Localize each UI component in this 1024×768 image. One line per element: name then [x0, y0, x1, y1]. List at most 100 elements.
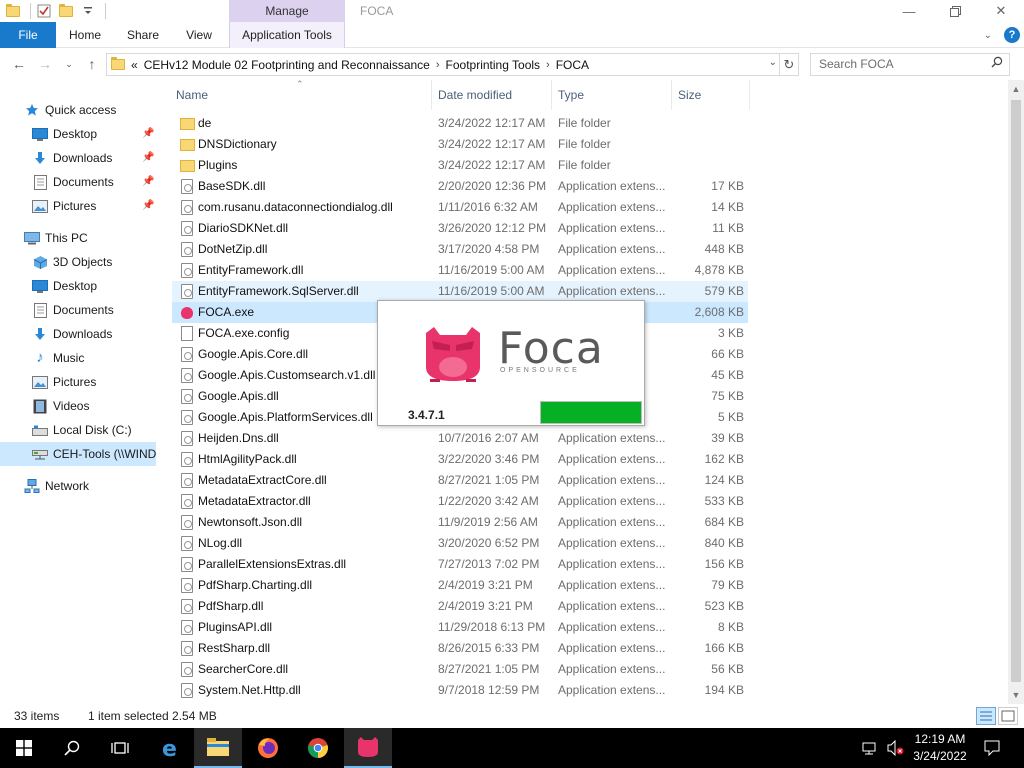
pin-icon[interactable]: 📌	[142, 146, 154, 170]
sidebar-item-music[interactable]: ♪ Music	[32, 346, 84, 370]
pin-icon[interactable]: 📌	[142, 170, 154, 194]
file-type: Application extens...	[558, 620, 666, 634]
minimize-icon[interactable]: —	[886, 0, 932, 22]
breadcrumb-foca[interactable]: FOCA	[556, 58, 589, 72]
action-center-icon[interactable]	[980, 728, 1004, 768]
sidebar-item-documents[interactable]: Documents	[32, 298, 114, 322]
up-arrow-icon[interactable]: ↑	[83, 55, 101, 73]
scroll-up-icon[interactable]: ▲	[1008, 84, 1024, 94]
file-explorer-icon[interactable]	[194, 728, 242, 768]
clock[interactable]: 12:19 AM 3/24/2022	[906, 731, 974, 765]
maximize-icon[interactable]	[932, 0, 978, 22]
file-row[interactable]: MetadataExtractCore.dll 8/27/2021 1:05 PM…	[172, 470, 748, 491]
star-icon	[24, 102, 40, 118]
sidebar-item-network[interactable]: Network	[24, 474, 89, 498]
chrome-icon[interactable]	[294, 728, 342, 768]
file-row[interactable]: PdfSharp.Charting.dll 2/4/2019 3:21 PM App…	[172, 575, 748, 596]
task-view-icon[interactable]	[96, 728, 144, 768]
sidebar-item-videos[interactable]: Videos	[32, 394, 89, 418]
column-header-type[interactable]: Type	[552, 80, 672, 110]
search-icon[interactable]	[48, 728, 96, 768]
sidebar-item-ceh-tools[interactable]: CEH-Tools (\\WIND	[0, 442, 156, 466]
refresh-icon[interactable]: ↻	[780, 53, 799, 76]
tab-file[interactable]: File	[0, 22, 56, 48]
sidebar-item-local-disk[interactable]: Local Disk (C:)	[32, 418, 132, 442]
file-size: 66 KB	[711, 347, 744, 361]
tab-home[interactable]: Home	[60, 22, 110, 48]
file-row[interactable]: com.rusanu.dataconnectiondialog.dll 1/11/…	[172, 197, 748, 218]
pin-icon[interactable]: 📌	[142, 122, 154, 146]
chevron-right-icon[interactable]: ›	[546, 59, 550, 71]
volume-muted-icon[interactable]	[884, 728, 906, 768]
breadcrumb-module[interactable]: CEHv12 Module 02 Footprinting and Reconn…	[144, 58, 430, 72]
search-input[interactable]: Search FOCA	[810, 53, 1010, 76]
customize-toolbar-icon[interactable]	[79, 2, 97, 20]
address-bar[interactable]: « CEHv12 Module 02 Footprinting and Reco…	[106, 53, 780, 76]
scroll-down-icon[interactable]: ▼	[1008, 690, 1024, 700]
foca-icon[interactable]	[344, 728, 392, 768]
sidebar-item-3d-objects[interactable]: 3D Objects	[32, 250, 112, 274]
file-date-modified: 11/29/2018 6:13 PM	[438, 620, 546, 634]
close-icon[interactable]: ✕	[978, 0, 1024, 22]
file-row[interactable]: NLog.dll 3/20/2020 6:52 PM Application ext…	[172, 533, 748, 554]
file-row[interactable]: BaseSDK.dll 2/20/2020 12:36 PM Application…	[172, 176, 748, 197]
file-row[interactable]: EntityFramework.SqlServer.dll 11/16/2019 …	[172, 281, 748, 302]
file-row[interactable]: HtmlAgilityPack.dll 3/22/2020 3:46 PM Appl…	[172, 449, 748, 470]
file-row[interactable]: EntityFramework.dll 11/16/2019 5:00 AM App…	[172, 260, 748, 281]
sidebar-item-documents[interactable]: Documents 📌	[32, 170, 160, 194]
breadcrumb-overflow[interactable]: «	[131, 58, 138, 72]
sidebar-item-this-pc[interactable]: This PC	[24, 226, 88, 250]
network-status-icon[interactable]	[860, 728, 880, 768]
file-type: Application extens...	[558, 263, 666, 277]
large-icons-view-icon[interactable]	[998, 707, 1018, 725]
column-header-size[interactable]: Size	[672, 80, 750, 110]
file-row[interactable]: Heijden.Dns.dll 10/7/2016 2:07 AM Applicat…	[172, 428, 748, 449]
breadcrumb-footprinting-tools[interactable]: Footprinting Tools	[446, 58, 541, 72]
folder-icon[interactable]	[4, 2, 22, 20]
file-row[interactable]: Plugins 3/24/2022 12:17 AM File folder	[172, 155, 748, 176]
file-row[interactable]: PluginsAPI.dll 11/29/2018 6:13 PM Applicat…	[172, 617, 748, 638]
file-row[interactable]: PdfSharp.dll 2/4/2019 3:21 PM Application …	[172, 596, 748, 617]
sidebar-item-desktop[interactable]: Desktop 📌	[32, 122, 160, 146]
file-row[interactable]: de 3/24/2022 12:17 AM File folder	[172, 113, 748, 134]
file-row[interactable]: DNSDictionary 3/24/2022 12:17 AM File fold…	[172, 134, 748, 155]
file-row[interactable]: MetadataExtractor.dll 1/22/2020 3:42 AM Ap…	[172, 491, 748, 512]
vertical-scrollbar[interactable]: ▲ ▼	[1008, 80, 1024, 704]
sidebar-item-quick-access[interactable]: Quick access	[24, 98, 116, 122]
sidebar-item-pictures[interactable]: Pictures	[32, 370, 96, 394]
sidebar-item-downloads[interactable]: Downloads	[32, 322, 112, 346]
file-size: 39 KB	[711, 431, 744, 445]
new-folder-icon[interactable]	[57, 2, 75, 20]
recent-locations-icon[interactable]: ⌄	[60, 55, 78, 73]
tab-application-tools[interactable]: Application Tools	[229, 22, 345, 48]
sidebar-item-pictures[interactable]: Pictures 📌	[32, 194, 160, 218]
pin-icon[interactable]: 📌	[142, 194, 154, 218]
file-row[interactable]: SearcherCore.dll 8/27/2021 1:05 PM Applica…	[172, 659, 748, 680]
back-arrow-icon[interactable]: ←	[10, 55, 28, 73]
file-row[interactable]: DotNetZip.dll 3/17/2020 4:58 PM Applicatio…	[172, 239, 748, 260]
help-icon[interactable]: ?	[1004, 27, 1020, 43]
file-row[interactable]: RestSharp.dll 8/26/2015 6:33 PM Applicatio…	[172, 638, 748, 659]
file-row[interactable]: ParallelExtensionsExtras.dll 7/27/2013 7:…	[172, 554, 748, 575]
file-row[interactable]: System.Net.Http.dll 9/7/2018 12:59 PM Appl…	[172, 680, 748, 701]
forward-arrow-icon[interactable]: →	[36, 55, 54, 73]
firefox-icon[interactable]	[244, 728, 292, 768]
expand-ribbon-icon[interactable]: ⌄	[984, 30, 992, 41]
file-row[interactable]: Newtonsoft.Json.dll 11/9/2019 2:56 AM Appl…	[172, 512, 748, 533]
sidebar-item-desktop[interactable]: Desktop	[32, 274, 97, 298]
sidebar-item-downloads[interactable]: Downloads 📌	[32, 146, 160, 170]
edge-icon[interactable]: e	[146, 728, 194, 768]
start-icon[interactable]	[0, 728, 48, 768]
file-row[interactable]: DiarioSDKNet.dll 3/26/2020 12:12 PM Applic…	[172, 218, 748, 239]
properties-icon[interactable]	[35, 2, 53, 20]
details-view-icon[interactable]	[976, 707, 996, 725]
tab-share[interactable]: Share	[120, 22, 166, 48]
tab-view[interactable]: View	[176, 22, 222, 48]
column-header-name[interactable]: Name	[170, 80, 432, 110]
chevron-down-icon[interactable]: ⌄	[769, 57, 777, 68]
tab-manage[interactable]: Manage	[229, 0, 345, 22]
scrollbar-thumb[interactable]	[1011, 100, 1021, 682]
column-header-date[interactable]: Date modified	[432, 80, 552, 110]
chevron-right-icon[interactable]: ›	[436, 59, 440, 71]
file-name: BaseSDK.dll	[198, 179, 266, 193]
